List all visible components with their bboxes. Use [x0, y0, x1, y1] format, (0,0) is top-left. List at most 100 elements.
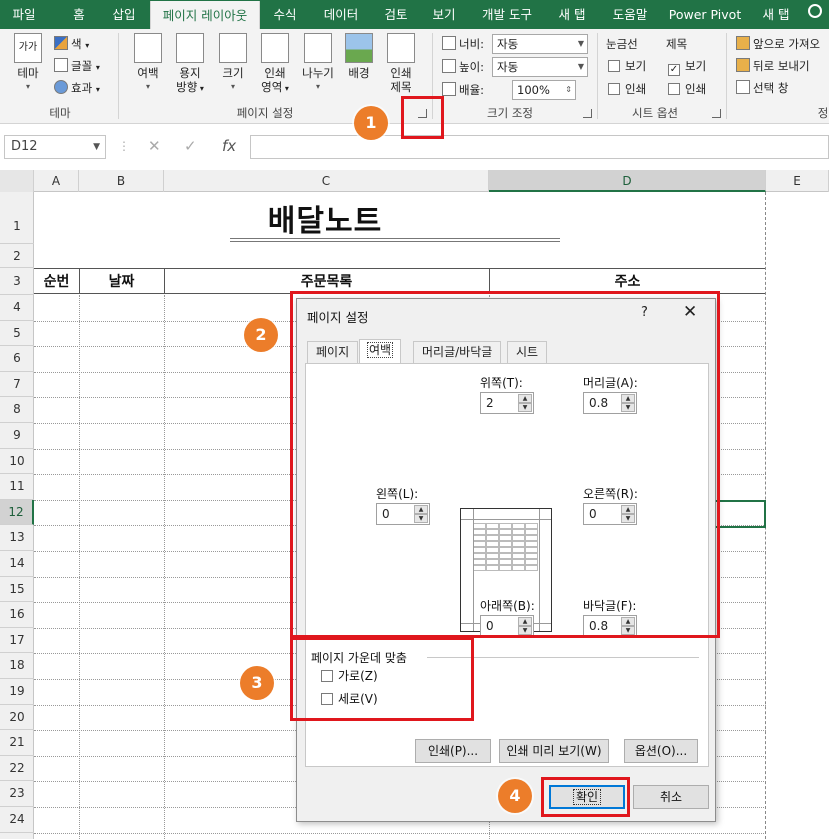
row-header-4[interactable]: 4	[0, 295, 34, 321]
row-header-12[interactable]: 12	[0, 499, 34, 526]
tab-power-pivot[interactable]: Power Pivot	[666, 0, 744, 29]
name-box[interactable]: D12 ▼	[4, 135, 106, 159]
print-area-button[interactable]: 인쇄 영역 ▾	[256, 33, 294, 96]
margins-button[interactable]: 여백 ▾	[130, 33, 166, 94]
theme-colors-button[interactable]: 색 ▾	[54, 35, 89, 53]
spin-up-icon[interactable]: ▲	[518, 394, 532, 403]
row-header-6[interactable]: 6	[0, 346, 34, 372]
row-header-8[interactable]: 8	[0, 397, 34, 423]
row-header-13[interactable]: 13	[0, 525, 34, 551]
headings-view-checkbox[interactable]: ✓ 보기	[668, 57, 706, 76]
column-header-c[interactable]: C	[164, 170, 489, 192]
theme-effects-button[interactable]: 효과 ▾	[54, 79, 100, 97]
row-header-24[interactable]: 24	[0, 807, 34, 833]
send-backward-button[interactable]: 뒤로 보내기	[736, 57, 810, 75]
row-header-2[interactable]: 2	[0, 244, 34, 268]
row-header-15[interactable]: 15	[0, 577, 34, 603]
sheet-title[interactable]: 배달노트	[164, 196, 486, 240]
tab-header-footer[interactable]: 머리글/바닥글	[413, 341, 502, 363]
options-button[interactable]: 옵션(O)...	[624, 739, 698, 763]
tab-home[interactable]: 홈	[62, 0, 96, 29]
background-button[interactable]: 배경	[342, 33, 376, 80]
row-header-3[interactable]: 3	[0, 268, 34, 295]
spin-up-icon[interactable]: ▲	[621, 505, 635, 514]
close-icon[interactable]: ✕	[683, 302, 697, 322]
header-cell-date[interactable]: 날짜	[79, 271, 164, 293]
print-button[interactable]: 인쇄(P)...	[415, 739, 491, 763]
width-combo[interactable]: 자동 ▼	[492, 34, 588, 54]
spin-down-icon[interactable]: ▼	[621, 514, 635, 523]
spin-down-icon[interactable]: ▼	[414, 514, 428, 523]
tab-data[interactable]: 데이터	[316, 0, 366, 29]
row-header-22[interactable]: 22	[0, 756, 34, 782]
cancel-icon[interactable]: ✕	[148, 137, 161, 155]
theme-fonts-button[interactable]: 글꼴 ▾	[54, 57, 100, 75]
tab-help[interactable]: 도움말	[604, 0, 656, 29]
header-margin-spinner[interactable]: 0.8 ▲ ▼	[583, 392, 637, 414]
height-combo[interactable]: 자동 ▼	[492, 57, 588, 77]
sheet-options-launcher-icon[interactable]	[712, 109, 721, 118]
print-preview-button[interactable]: 인쇄 미리 보기(W)	[499, 739, 609, 763]
orientation-button[interactable]: 용지 방향 ▾	[170, 33, 210, 96]
tab-insert[interactable]: 삽입	[104, 0, 144, 29]
header-cell-address[interactable]: 주소	[489, 271, 766, 293]
spin-down-icon[interactable]: ▼	[518, 626, 532, 635]
spin-down-icon[interactable]: ▼	[518, 403, 532, 412]
tab-new-1[interactable]: 새 탭	[552, 0, 592, 29]
formula-input[interactable]	[250, 135, 829, 159]
enter-icon[interactable]: ✓	[184, 137, 197, 155]
right-margin-spinner[interactable]: 0 ▲ ▼	[583, 503, 637, 525]
tab-new-2[interactable]: 새 탭	[756, 0, 796, 29]
scale-launcher-icon[interactable]	[583, 109, 592, 118]
headings-print-checkbox[interactable]: 인쇄	[668, 80, 706, 98]
size-button[interactable]: 크기 ▾	[216, 33, 250, 94]
column-header-a[interactable]: A	[34, 170, 79, 192]
tab-file[interactable]: 파일	[6, 0, 42, 29]
header-cell-orders[interactable]: 주문목록	[164, 271, 489, 293]
spin-down-icon[interactable]: ▼	[621, 626, 635, 635]
theme-button[interactable]: 가가 테마 ▾	[10, 33, 46, 94]
row-header-23[interactable]: 23	[0, 781, 34, 807]
row-header-19[interactable]: 19	[0, 679, 34, 705]
row-header-1[interactable]: 1	[0, 192, 34, 244]
column-header-d[interactable]: D	[489, 170, 766, 192]
print-titles-button[interactable]: 인쇄 제목	[382, 33, 420, 94]
row-header-14[interactable]: 14	[0, 551, 34, 577]
row-header-5[interactable]: 5	[0, 321, 34, 347]
tab-formulas[interactable]: 수식	[266, 0, 304, 29]
gridlines-view-checkbox[interactable]: 보기	[608, 57, 646, 75]
top-margin-spinner[interactable]: 2 ▲ ▼	[480, 392, 534, 414]
tab-view[interactable]: 보기	[424, 0, 464, 29]
tab-review[interactable]: 검토	[376, 0, 416, 29]
bring-forward-button[interactable]: 앞으로 가져오	[736, 35, 820, 53]
selection-pane-button[interactable]: 선택 창	[736, 79, 788, 97]
spin-up-icon[interactable]: ▲	[414, 505, 428, 514]
row-header-17[interactable]: 17	[0, 628, 34, 654]
ok-button[interactable]: 확인	[549, 785, 625, 809]
column-header-e[interactable]: E	[766, 170, 829, 192]
row-header-10[interactable]: 10	[0, 449, 34, 475]
spin-up-icon[interactable]: ▲	[518, 617, 532, 626]
footer-margin-spinner[interactable]: 0.8 ▲ ▼	[583, 615, 637, 637]
breaks-button[interactable]: 나누기 ▾	[298, 33, 338, 94]
spin-up-icon[interactable]: ▲	[621, 617, 635, 626]
bottom-margin-spinner[interactable]: 0 ▲ ▼	[480, 615, 534, 637]
tab-developer[interactable]: 개발 도구	[474, 0, 540, 29]
spin-down-icon[interactable]: ▼	[621, 403, 635, 412]
row-header-7[interactable]: 7	[0, 372, 34, 398]
cancel-button[interactable]: 취소	[633, 785, 709, 809]
lightbulb-icon[interactable]	[808, 4, 822, 18]
left-margin-spinner[interactable]: 0 ▲ ▼	[376, 503, 430, 525]
gridlines-print-checkbox[interactable]: 인쇄	[608, 80, 646, 98]
tab-page[interactable]: 페이지	[307, 341, 359, 363]
row-header-18[interactable]: 18	[0, 653, 34, 679]
help-icon[interactable]: ?	[641, 305, 648, 320]
center-vertical-checkbox[interactable]: 세로(V)	[321, 690, 378, 707]
row-header-16[interactable]: 16	[0, 602, 34, 628]
scale-spinner[interactable]: 100% ⇕	[512, 80, 576, 100]
row-header-9[interactable]: 9	[0, 423, 34, 449]
row-header-11[interactable]: 11	[0, 474, 34, 500]
center-horizontal-checkbox[interactable]: 가로(Z)	[321, 667, 378, 684]
row-header-20[interactable]: 20	[0, 705, 34, 731]
tab-margins[interactable]: 여백	[359, 339, 402, 364]
